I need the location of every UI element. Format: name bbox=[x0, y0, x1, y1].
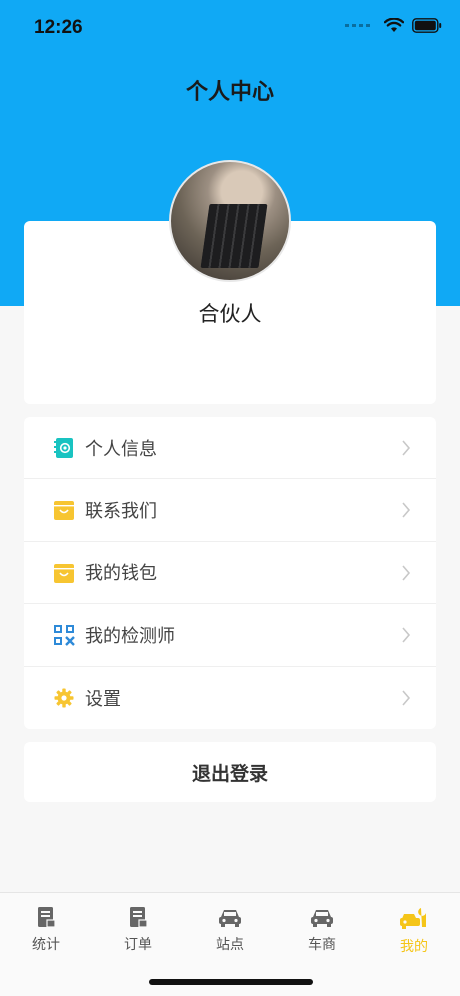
page-title: 个人中心 bbox=[185, 80, 274, 105]
chevron-right-icon bbox=[402, 565, 411, 581]
status-bar: 12:26 bbox=[0, 0, 460, 56]
tab-stations[interactable]: 站点 bbox=[184, 905, 276, 954]
chevron-right-icon bbox=[402, 440, 411, 456]
menu-item-settings[interactable]: 设置 bbox=[24, 667, 436, 729]
wifi-icon bbox=[384, 18, 404, 32]
menu-label: 我的检测师 bbox=[85, 625, 175, 647]
logout-button[interactable]: 退出登录 bbox=[24, 742, 436, 802]
menu-label: 设置 bbox=[85, 688, 121, 710]
menu-item-contact-us[interactable]: 联系我们 bbox=[24, 479, 436, 542]
car-station-icon bbox=[219, 910, 241, 927]
menu-list: 个人信息 联系我们 我的钱包 我的检测师 设置 bbox=[24, 417, 436, 729]
chevron-right-icon bbox=[402, 690, 411, 706]
menu-item-my-inspector[interactable]: 我的检测师 bbox=[24, 604, 436, 667]
profile-name: 合伙人 bbox=[198, 302, 262, 326]
tab-label: 站点 bbox=[216, 937, 244, 953]
car-dealer-icon bbox=[311, 910, 333, 927]
battery-icon bbox=[412, 18, 442, 33]
chevron-right-icon bbox=[402, 627, 411, 643]
avatar[interactable] bbox=[169, 160, 291, 282]
order-doc-icon bbox=[130, 907, 148, 928]
logout-label: 退出登录 bbox=[191, 762, 268, 785]
tab-label: 车商 bbox=[308, 937, 336, 953]
chevron-right-icon bbox=[402, 502, 411, 518]
menu-item-personal-info[interactable]: 个人信息 bbox=[24, 417, 436, 480]
tab-label: 统计 bbox=[32, 937, 60, 953]
tab-stats[interactable]: 统计 bbox=[0, 905, 92, 954]
menu-label: 我的钱包 bbox=[85, 563, 157, 585]
tab-label: 我的 bbox=[400, 939, 428, 955]
signal-dots-icon bbox=[345, 24, 370, 27]
tab-orders[interactable]: 订单 bbox=[92, 905, 184, 954]
shopping-bag-icon bbox=[54, 501, 74, 521]
menu-label: 联系我们 bbox=[85, 501, 157, 523]
status-time: 12:26 bbox=[34, 17, 83, 38]
contact-book-icon bbox=[54, 438, 73, 458]
menu-item-wallet[interactable]: 我的钱包 bbox=[24, 542, 436, 605]
mine-car-wrench-icon bbox=[400, 908, 426, 929]
menu-label: 个人信息 bbox=[85, 438, 157, 460]
home-indicator[interactable] bbox=[149, 979, 313, 985]
stats-doc-icon bbox=[38, 907, 56, 928]
wallet-bag-icon bbox=[54, 563, 74, 583]
tab-mine[interactable]: 我的 bbox=[368, 905, 460, 956]
tab-label: 订单 bbox=[124, 937, 152, 953]
status-icons bbox=[345, 18, 442, 33]
gear-icon bbox=[54, 688, 74, 708]
tab-dealers[interactable]: 车商 bbox=[276, 905, 368, 954]
qr-code-icon bbox=[54, 625, 75, 647]
